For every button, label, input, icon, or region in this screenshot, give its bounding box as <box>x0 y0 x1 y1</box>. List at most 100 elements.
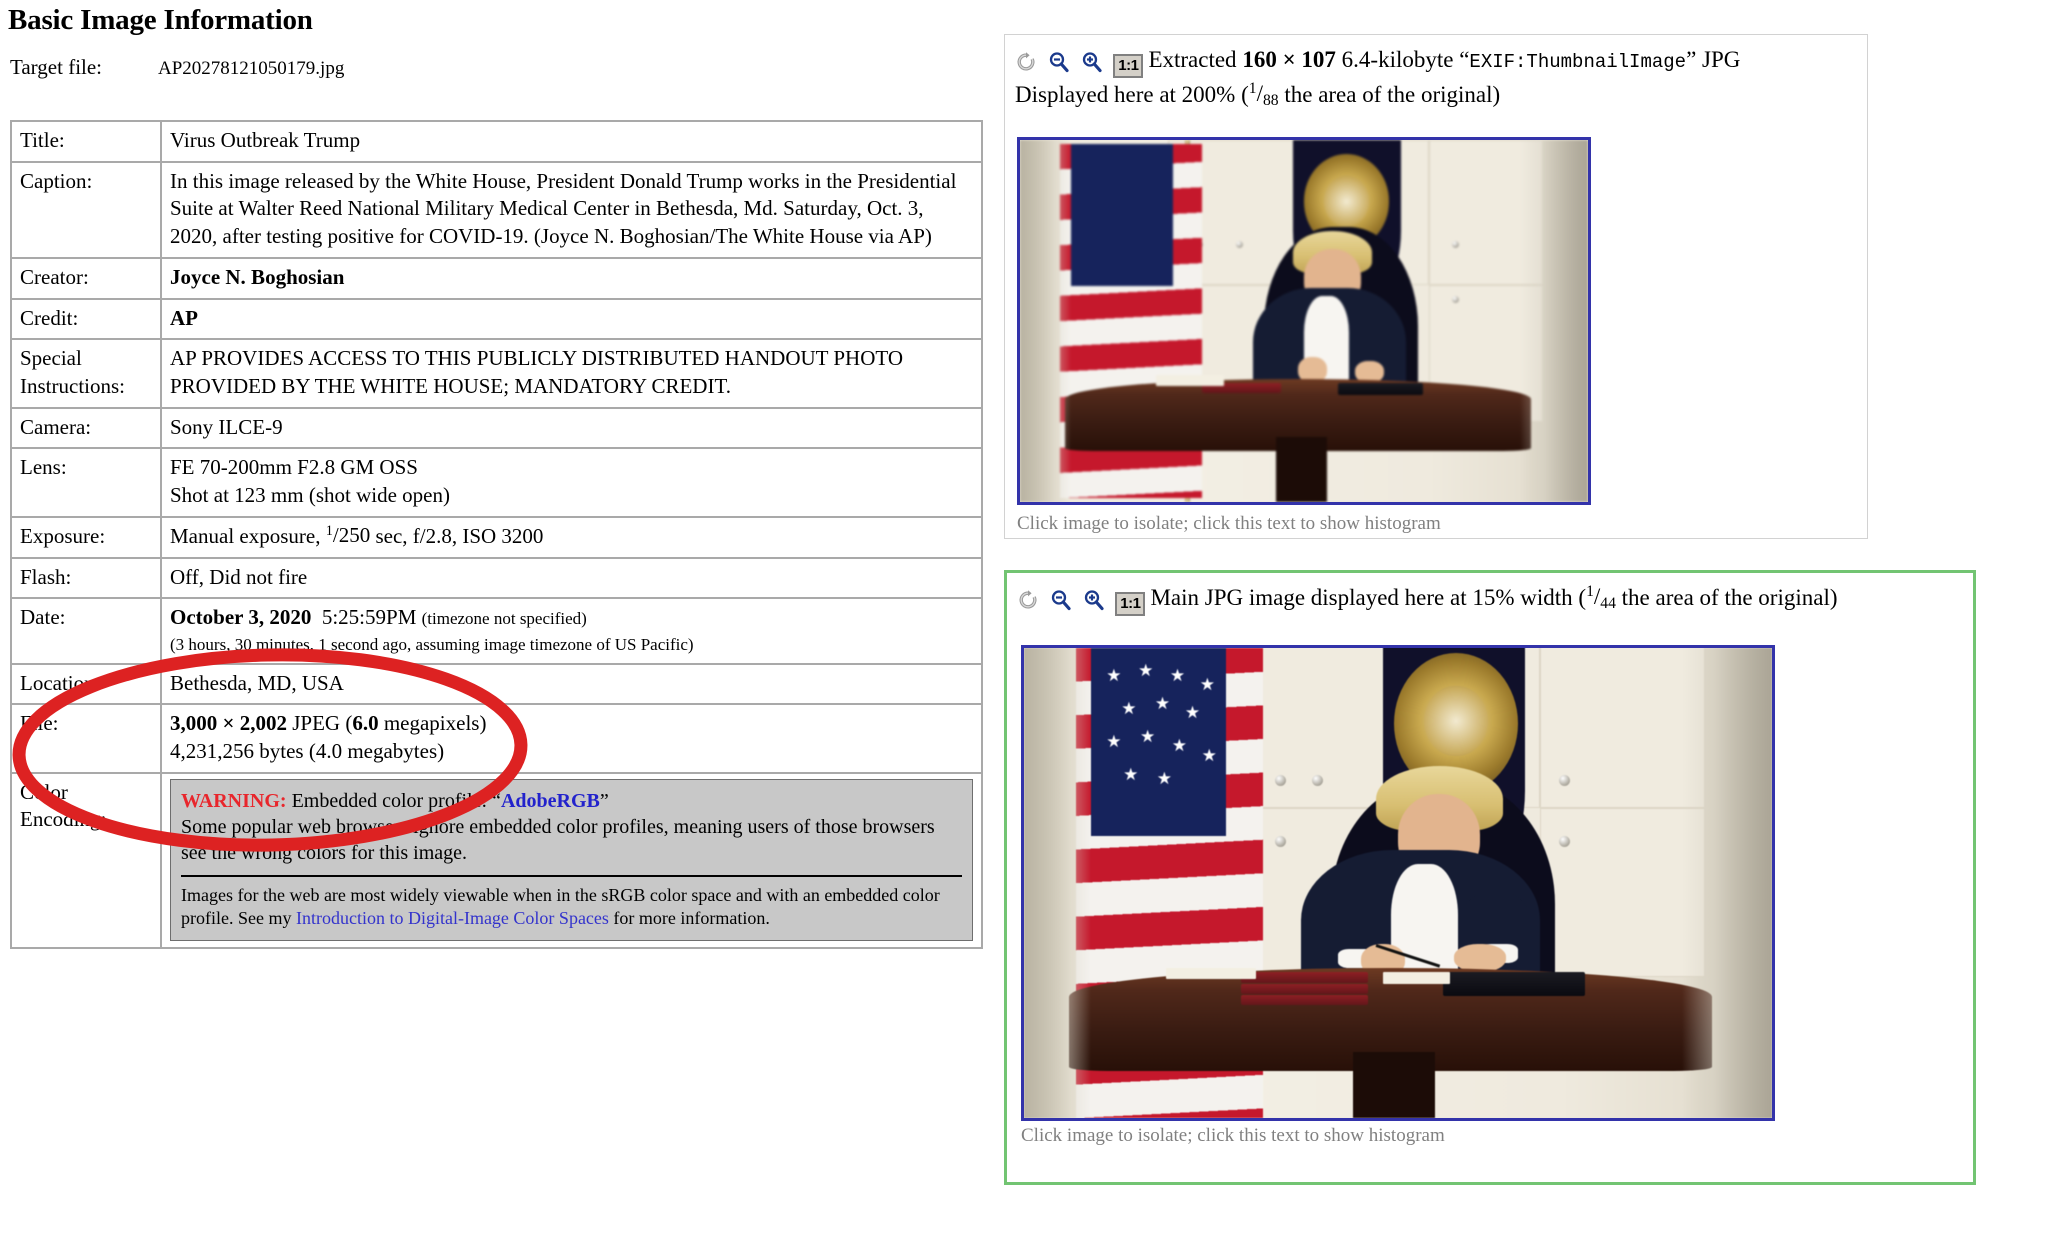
row-label-date: Date: <box>12 597 162 663</box>
row-value-date: October 3, 2020 5:25:59PM (timezone not … <box>162 597 981 662</box>
row-value-flash: Off, Did not fire <box>162 556 981 598</box>
warning-text: Embedded color profile: “ <box>286 789 501 812</box>
main-frac-den: 44 <box>1600 594 1616 612</box>
main-head-post: the area of the original) <box>1615 585 1838 610</box>
row-label-flash: Flash: <box>12 556 162 598</box>
table-row-special-instructions: Special Instructions: AP PROVIDES ACCESS… <box>12 338 981 407</box>
target-file-value: AP20278121050179.jpg <box>158 58 345 79</box>
row-label-color-encoding: Color Encoding: <box>12 771 162 948</box>
row-value-camera: Sony ILCE-9 <box>162 406 981 448</box>
main-area-fraction: 1/44 <box>1586 583 1616 612</box>
color-profile-name: AdobeRGB <box>500 789 600 812</box>
row-label-title: Title: <box>12 122 162 161</box>
warning-body: Some popular web browsers ignore embedde… <box>181 815 935 864</box>
table-row-file: File: 3,000 × 2,002 JPEG (6.0 megapixels… <box>12 703 981 772</box>
row-value-caption: In this image released by the White Hous… <box>162 160 981 257</box>
timezone-note: (timezone not specified) <box>421 609 587 629</box>
row-value-creator: Joyce N. Boghosian <box>162 256 981 298</box>
target-file-label: Target file: <box>10 55 103 79</box>
zoom-in-icon[interactable] <box>1081 51 1103 80</box>
thumbnail-viewer-panel: 1:1 Extracted 160 × 107 6.4-kilobyte “EX… <box>1004 34 1868 539</box>
warning-headline: WARNING: Embedded color profile: “AdobeR… <box>181 788 962 814</box>
warning-divider <box>181 874 962 877</box>
right-column: 1:1 Extracted 160 × 107 6.4-kilobyte “EX… <box>1000 0 2048 1248</box>
table-row-creator: Creator: Joyce N. Boghosian <box>12 256 981 298</box>
table-row-caption: Caption: In this image released by the W… <box>12 160 981 257</box>
left-column: Basic Image Information Target file: AP20… <box>0 0 1000 1248</box>
warning-label: WARNING: <box>181 789 287 812</box>
row-label-camera: Camera: <box>12 406 162 448</box>
zoom-in-icon[interactable] <box>1083 589 1105 618</box>
table-row-lens: Lens: FE 70-200mm F2.8 GM OSS Shot at 12… <box>12 447 981 516</box>
thumbnail-head-mid: 6.4-kilobyte “ <box>1335 47 1470 72</box>
shutter-denominator: 250 <box>338 522 371 547</box>
thumbnail-dimensions: 160 × 107 <box>1242 47 1336 72</box>
color-profile-warning-box: WARNING: Embedded color profile: “AdobeR… <box>170 778 973 942</box>
row-label-credit: Credit: <box>12 297 162 339</box>
main-panel-header: 1:1 Main JPG image displayed here at 15%… <box>1007 573 1973 620</box>
page-title: Basic Image Information <box>8 4 313 36</box>
row-label-file: File: <box>12 703 162 772</box>
exposure-prefix: Manual exposure, <box>170 523 326 548</box>
table-row-date: Date: October 3, 2020 5:25:59PM (timezon… <box>12 597 981 663</box>
target-file-row: Target file: AP20278121050179.jpg <box>10 55 985 80</box>
color-spaces-link[interactable]: Introduction to Digital-Image Color Spac… <box>296 908 609 928</box>
row-value-credit: AP <box>162 297 981 339</box>
thumbnail-toolbar: 1:1 <box>1015 49 1144 80</box>
main-isolate-note[interactable]: Click image to isolate; click this text … <box>1021 1125 1445 1147</box>
thumbnail-exif-tag: EXIF:ThumbnailImage <box>1469 51 1687 73</box>
thumbnail-photo-content <box>1020 140 1588 502</box>
reset-rotate-icon[interactable] <box>1015 51 1037 80</box>
row-label-lens: Lens: <box>12 447 162 516</box>
thumbnail-panel-header: 1:1 Extracted 160 × 107 6.4-kilobyte “EX… <box>1005 35 1867 112</box>
row-value-special-instructions: AP PROVIDES ACCESS TO THIS PUBLICLY DIST… <box>162 338 981 406</box>
row-label-caption: Caption: <box>12 160 162 257</box>
thumbnail-head-pre: Extracted <box>1148 47 1243 72</box>
table-row-flash: Flash: Off, Did not fire <box>12 556 981 598</box>
exposure-suffix: sec, f/2.8, ISO 3200 <box>370 523 544 548</box>
zoom-out-icon[interactable] <box>1050 589 1072 618</box>
main-photo-content: ★ ★ ★ ★ ★ ★ ★ ★ ★ ★ ★ ★ ★ <box>1024 648 1772 1118</box>
main-image[interactable]: ★ ★ ★ ★ ★ ★ ★ ★ ★ ★ ★ ★ ★ <box>1021 645 1775 1121</box>
zoom-out-icon[interactable] <box>1048 51 1070 80</box>
row-value-color-encoding: WARNING: Embedded color profile: “AdobeR… <box>162 771 981 948</box>
row-value-file: 3,000 × 2,002 JPEG (6.0 megapixels) 4,23… <box>162 703 981 771</box>
row-label-location: Location: <box>12 662 162 704</box>
table-row-title: Title: Virus Outbreak Trump <box>12 122 981 161</box>
thumbnail-head-line2-pre: Displayed here at 200% ( <box>1015 82 1249 108</box>
file-dimensions: 3,000 × 2,002 <box>170 711 287 736</box>
subnote-post: for more information. <box>608 908 770 929</box>
thumbnail-frac-den: 88 <box>1262 92 1279 110</box>
file-megapixels: 6.0 <box>352 711 379 736</box>
row-label-exposure: Exposure: <box>12 515 162 557</box>
row-value-title: Virus Outbreak Trump <box>170 128 361 152</box>
file-format: JPEG ( <box>286 711 353 736</box>
row-value-exposure: Manual exposure, 1/250 sec, f/2.8, ISO 3… <box>162 515 981 557</box>
lens-shot-at: Shot at 123 mm (shot wide open) <box>170 483 450 508</box>
main-head-pre: Main JPG image displayed here at 15% wid… <box>1150 585 1587 610</box>
table-row-camera: Camera: Sony ILCE-9 <box>12 406 981 448</box>
shutter-speed-fraction: 1/250 <box>325 522 371 547</box>
row-label-creator: Creator: <box>12 256 162 298</box>
thumbnail-head-line2-post: the area of the original) <box>1278 82 1501 108</box>
image-information-table: Title: Virus Outbreak Trump Caption: In … <box>10 120 983 950</box>
main-frac-num: 1 <box>1586 583 1594 601</box>
one-to-one-button[interactable]: 1:1 <box>1113 53 1144 78</box>
warning-text-end: ” <box>599 789 609 812</box>
time-ago-note: (3 hours, 30 minutes, 1 second ago, assu… <box>170 635 694 655</box>
reset-rotate-icon[interactable] <box>1017 589 1039 618</box>
thumbnail-area-fraction: 1/88 <box>1248 80 1279 110</box>
one-to-one-button[interactable]: 1:1 <box>1115 591 1146 616</box>
main-toolbar: 1:1 <box>1017 587 1146 618</box>
date-line: October 3, 2020 5:25:59PM (timezone not … <box>170 605 587 629</box>
lens-model: FE 70-200mm F2.8 GM OSS <box>170 455 418 480</box>
shutter-numerator: 1 <box>325 522 333 539</box>
file-bytes: 4,231,256 bytes (4.0 megabytes) <box>170 738 445 763</box>
time-value: 5:25:59PM <box>321 605 417 630</box>
row-label-special-instructions: Special Instructions: <box>12 338 162 407</box>
thumbnail-isolate-note[interactable]: Click image to isolate; click this text … <box>1017 513 1441 535</box>
row-value-lens: FE 70-200mm F2.8 GM OSS Shot at 123 mm (… <box>162 447 981 515</box>
thumbnail-image[interactable] <box>1017 137 1591 505</box>
row-value-location: Bethesda, MD, USA <box>162 662 981 704</box>
warning-subnote: Images for the web are most widely viewa… <box>181 884 962 932</box>
